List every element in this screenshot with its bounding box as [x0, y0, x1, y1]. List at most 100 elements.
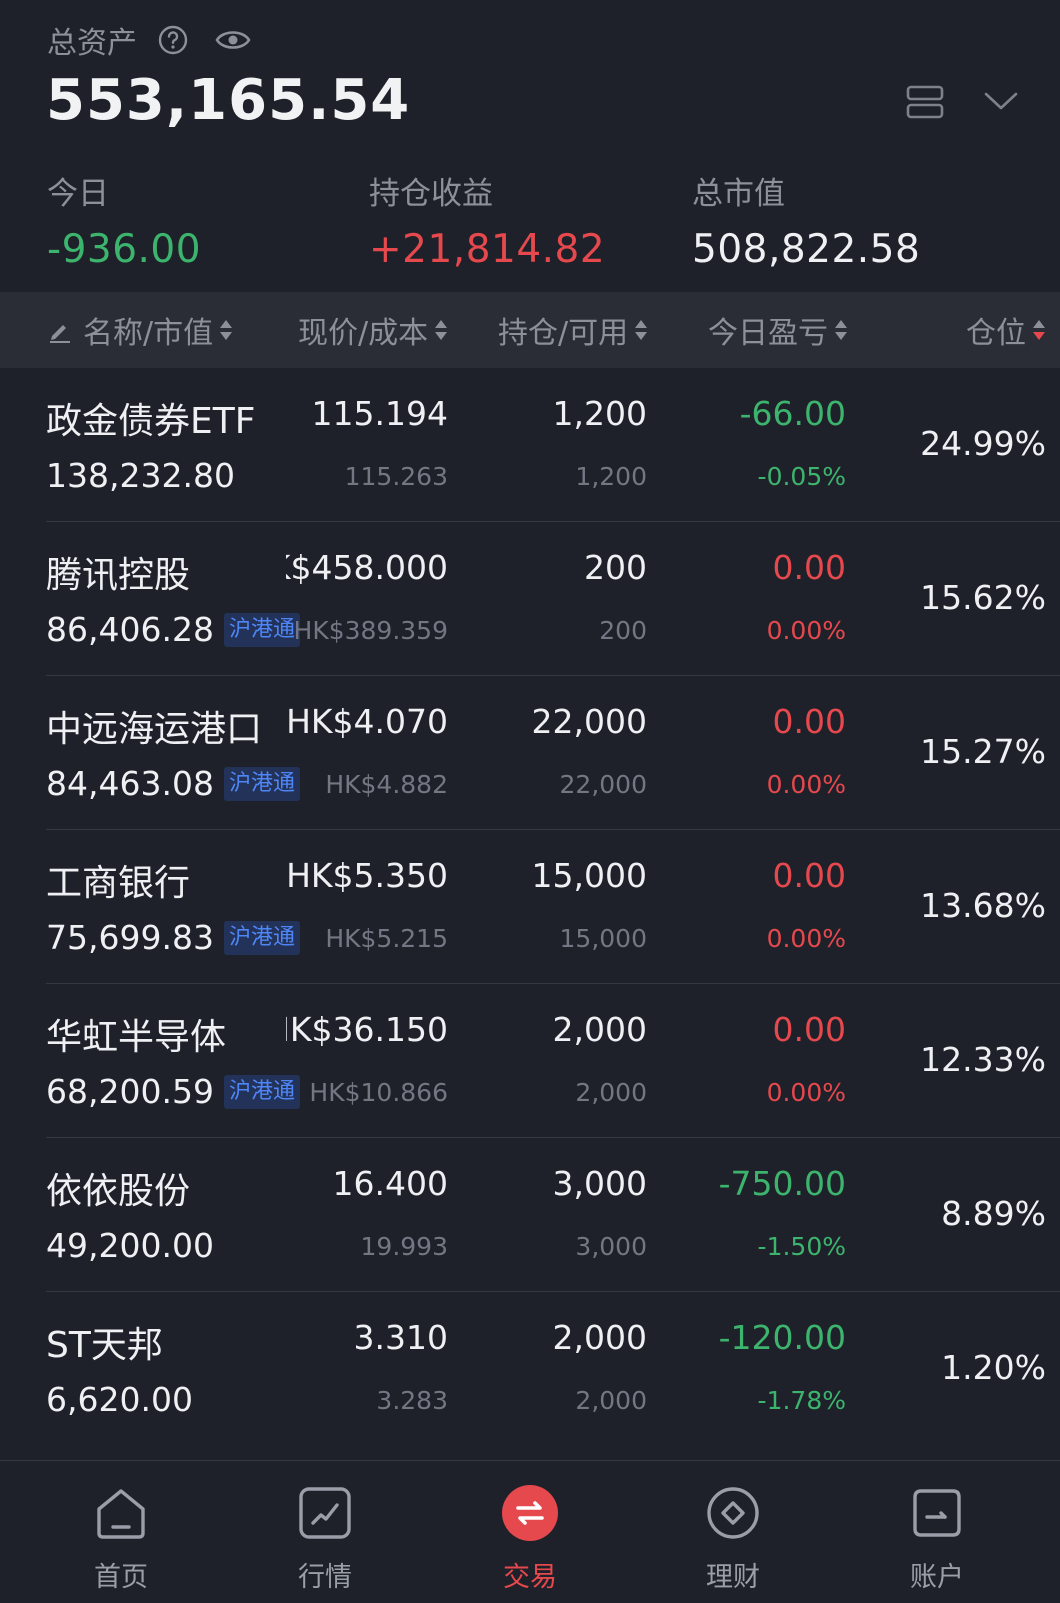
cost-cell: HK$4.882 — [296, 766, 448, 806]
price-cell: HK$5.350 — [286, 856, 448, 902]
holding-qty: 200 — [584, 548, 647, 587]
position-weight: 13.68% — [920, 886, 1046, 925]
sort-icon — [635, 320, 648, 340]
price-cell: HK$4.070 — [286, 702, 448, 748]
price-cell: HK$458.000 — [286, 548, 448, 594]
today-pnl-percent: 0.00% — [766, 924, 846, 953]
market-value-text: 49,200.00 — [46, 1226, 214, 1265]
today-label: 今日 — [47, 176, 109, 212]
total-assets-label: 总资产 — [47, 26, 137, 61]
current-price: 3.310 — [353, 1318, 448, 1357]
header-weight: 仓位 — [966, 316, 1026, 351]
header-today-pnl: 今日盈亏 — [708, 316, 828, 351]
sort-weight[interactable]: 仓位 — [966, 292, 1046, 368]
position-weight: 1.20% — [941, 1348, 1046, 1387]
market-value-text: 68,200.59 — [46, 1072, 214, 1111]
stock-name: 政金债券ETF — [46, 401, 256, 442]
cost-price: HK$4.882 — [325, 770, 448, 799]
nav-home-label: 首页 — [94, 1562, 148, 1593]
nav-account[interactable]: 账户 — [857, 1461, 1017, 1603]
connect-badge: 沪港通 — [223, 1074, 300, 1109]
sort-name-mv[interactable]: 名称/市值 — [47, 292, 233, 368]
cost-cell: HK$5.215 — [296, 920, 448, 960]
today-pnl-percent: -1.78% — [757, 1386, 846, 1415]
layout-toggle-icon[interactable] — [905, 82, 945, 122]
available-qty: 3,000 — [575, 1232, 647, 1261]
nav-wealth-label: 理财 — [706, 1562, 760, 1593]
today-pnl-value: 0.00 — [772, 1010, 846, 1049]
stock-market-value: 68,200.59 沪港通 — [46, 1072, 300, 1111]
holding-qty: 2,000 — [552, 1010, 647, 1049]
market-value-value: 508,822.58 — [692, 227, 921, 272]
sort-desc-icon — [1033, 320, 1045, 340]
stock-name: 工商银行 — [46, 863, 191, 904]
price-cell: 16.400 — [286, 1164, 448, 1210]
current-price: HK$36.150 — [286, 1010, 448, 1049]
position-row[interactable]: 依依股份 49,200.00 16.400 19.993 3,000 3,000… — [0, 1138, 1060, 1292]
position-weight: 12.33% — [920, 1040, 1046, 1079]
today-value: -936.00 — [47, 227, 202, 272]
price-cell: 115.194 — [286, 394, 448, 440]
holding-qty: 15,000 — [531, 856, 647, 895]
sort-holding-available[interactable]: 持仓/可用 — [498, 292, 648, 368]
position-row[interactable]: 腾讯控股 86,406.28沪港通 HK$458.000 HK$389.359 … — [0, 522, 1060, 676]
current-price: 115.194 — [311, 394, 448, 433]
market-value-text: 75,699.83 — [46, 918, 214, 957]
stock-market-value: 138,232.80 — [46, 456, 235, 495]
connect-badge: 沪港通 — [223, 920, 300, 955]
nav-trade[interactable]: 交易 — [450, 1461, 610, 1603]
price-cell: 3.310 — [286, 1318, 448, 1364]
stock-name: 中远海运港口 — [46, 709, 263, 750]
market-chart-icon — [299, 1487, 351, 1539]
market-value-text: 84,463.08 — [46, 764, 214, 803]
chevron-down-icon[interactable] — [982, 88, 1020, 114]
stock-name: 腾讯控股 — [46, 555, 191, 596]
today-pnl-percent: 0.00% — [766, 616, 846, 645]
market-value-stat: 总市值 508,822.58 — [692, 168, 920, 272]
connect-badge: 沪港通 — [223, 612, 300, 647]
sort-today-pnl[interactable]: 今日盈亏 — [708, 292, 848, 368]
holding-qty: 2,000 — [552, 1318, 647, 1357]
current-price: 16.400 — [332, 1164, 448, 1203]
position-row[interactable]: ST天邦 6,620.00 3.310 3.283 2,000 2,000 -1… — [0, 1292, 1060, 1446]
position-row[interactable]: 工商银行 75,699.83 沪港通 HK$5.350 HK$5.215 15,0… — [0, 830, 1060, 984]
current-price: HK$5.350 — [286, 856, 448, 895]
sort-price-cost[interactable]: 现价/成本 — [298, 292, 448, 368]
position-weight: 15.27% — [920, 732, 1046, 771]
cost-price: 3.283 — [376, 1386, 448, 1415]
market-value-label: 总市值 — [692, 176, 785, 212]
available-qty: 2,000 — [575, 1386, 647, 1415]
help-icon[interactable] — [157, 24, 189, 56]
connect-badge: 沪港通 — [223, 766, 300, 801]
position-row[interactable]: 华虹半导体 68,200.59 沪港通 HK$36.150 HK$10.866 2… — [0, 984, 1060, 1138]
holding-qty: 3,000 — [552, 1164, 647, 1203]
cost-cell: 3.283 — [296, 1382, 448, 1422]
asset-summary: 总资产 553,165.54 今日 -936.00 持仓收益 +21,814.8… — [0, 0, 1060, 292]
market-value-text: 86,406.28 — [46, 610, 214, 649]
current-price: HK$458.000 — [286, 548, 448, 587]
nav-wealth[interactable]: 理财 — [653, 1461, 813, 1603]
stock-market-value: 6,620.00 — [46, 1380, 193, 1419]
position-row[interactable]: 政金债券ETF 138,232.80 115.194 115.263 1,200… — [0, 368, 1060, 522]
stock-market-value: 86,406.28 沪港通 — [46, 610, 300, 649]
stock-name: 依依股份 — [46, 1171, 191, 1212]
today-pnl-value: 0.00 — [772, 856, 846, 895]
market-value-text: 138,232.80 — [46, 456, 235, 495]
holding-pnl-stat: 持仓收益 +21,814.82 — [369, 168, 605, 272]
cost-price: HK$10.866 — [309, 1078, 448, 1107]
nav-market-label: 行情 — [298, 1562, 352, 1593]
positions-table-header: 名称/市值 现价/成本 持仓/可用 今日盈亏 仓位 — [0, 292, 1060, 368]
header-holding-available: 持仓/可用 — [498, 316, 629, 351]
edit-icon[interactable] — [47, 317, 73, 343]
position-weight: 24.99% — [920, 424, 1046, 463]
header-price-cost: 现价/成本 — [298, 316, 429, 351]
sort-icon — [435, 320, 448, 340]
nav-home[interactable]: 首页 — [41, 1461, 201, 1603]
current-price: HK$4.070 — [286, 702, 448, 741]
nav-market[interactable]: 行情 — [245, 1461, 405, 1603]
today-pnl-value: -66.00 — [739, 394, 846, 433]
stock-name: 华虹半导体 — [46, 1017, 227, 1058]
position-row[interactable]: 中远海运港口 84,463.08 沪港通 HK$4.070 HK$4.882 22… — [0, 676, 1060, 830]
position-weight: 8.89% — [941, 1194, 1046, 1233]
eye-icon[interactable] — [215, 26, 251, 54]
